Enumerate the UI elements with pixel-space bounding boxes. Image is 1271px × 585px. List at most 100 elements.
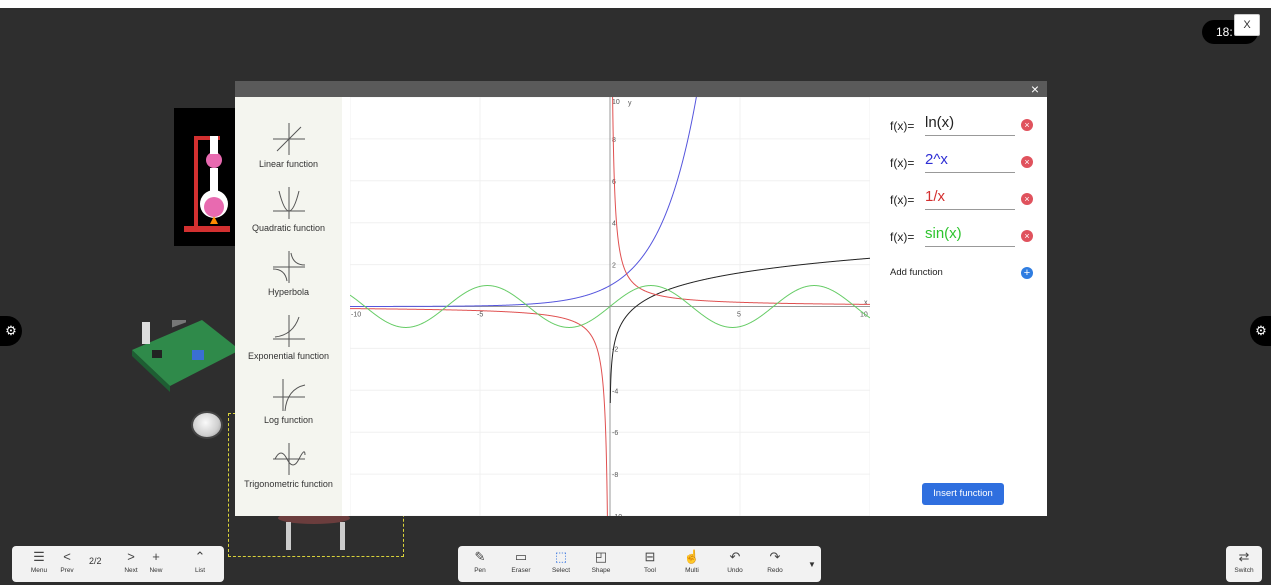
linear-icon: [272, 123, 305, 155]
switch-button[interactable]: ⇄ Switch: [1226, 546, 1262, 582]
type-quadratic[interactable]: Quadratic function: [235, 185, 342, 247]
prev-button[interactable]: < Prev: [56, 546, 78, 582]
redo-icon: ↷: [769, 549, 781, 564]
type-label: Linear function: [258, 159, 319, 169]
eraser-icon: ▭: [514, 549, 528, 564]
function-prefix: f(x)=: [890, 119, 915, 133]
right-settings-icon[interactable]: ⚙: [1250, 316, 1271, 346]
y-axis-label: y: [628, 100, 632, 107]
next-icon: >: [127, 549, 135, 564]
drawing-toolbar: ✎ Pen ▭ Eraser ⬚ Select ◰ Shape ⊟ Tool ☝…: [458, 546, 821, 582]
tb-label: Undo: [727, 567, 743, 574]
eraser-button[interactable]: ▭ Eraser: [506, 546, 536, 582]
tb-label: Shape: [591, 567, 611, 574]
insert-function-button[interactable]: Insert function: [922, 483, 1004, 505]
tb-label: Menu: [30, 567, 48, 574]
function-graph[interactable]: -10-5510-10-8-6-4-2246810yx: [350, 97, 870, 516]
add-function-row[interactable]: Add function +: [890, 263, 1040, 287]
list-button[interactable]: ⌃ List: [188, 546, 212, 582]
function-type-list: Linear function Quadratic function Hyper…: [235, 97, 342, 516]
close-overlay-button[interactable]: X: [1234, 14, 1260, 36]
menu-button[interactable]: ☰ Menu: [26, 546, 52, 582]
undo-button[interactable]: ↶ Undo: [722, 546, 748, 582]
type-log[interactable]: Log function: [235, 377, 342, 439]
prev-icon: <: [63, 549, 71, 564]
tb-label: Prev: [60, 567, 74, 574]
delete-icon[interactable]: ×: [1021, 230, 1033, 242]
top-strip: [0, 0, 1271, 8]
function-input[interactable]: 1/x: [925, 188, 1015, 210]
delete-icon[interactable]: ×: [1021, 119, 1033, 131]
delete-icon[interactable]: ×: [1021, 193, 1033, 205]
new-page-button[interactable]: + New: [144, 546, 168, 582]
function-prefix: f(x)=: [890, 156, 915, 170]
circuit-board-illustration: [132, 312, 240, 392]
tb-label: Multi: [685, 567, 699, 574]
function-row: f(x)= sin(x) ×: [890, 222, 1040, 259]
undo-icon: ↶: [729, 549, 741, 564]
y-tick-label: -6: [612, 430, 618, 437]
function-prefix: f(x)=: [890, 193, 915, 207]
y-tick-label: -10: [612, 514, 622, 516]
pen-icon: ✎: [474, 549, 486, 564]
tb-label: Pen: [474, 567, 486, 574]
page-indicator: 2/2: [89, 556, 102, 566]
type-linear[interactable]: Linear function: [235, 121, 342, 183]
type-label: Log function: [263, 415, 314, 425]
next-button[interactable]: > Next: [120, 546, 142, 582]
type-label: Trigonometric function: [244, 479, 333, 489]
switch-item[interactable]: ⇄ Switch: [1226, 546, 1262, 582]
function-dialog: × Linear function Quadratic function Hyp…: [235, 81, 1047, 516]
tb-label: Eraser: [511, 567, 531, 574]
tb-label: Switch: [1234, 567, 1254, 574]
redo-button[interactable]: ↷ Redo: [762, 546, 788, 582]
series-2x: [350, 97, 697, 307]
switch-icon: ⇄: [1238, 549, 1250, 564]
trig-icon: [272, 443, 305, 475]
y-tick-label: -8: [612, 472, 618, 479]
function-input[interactable]: 2^x: [925, 151, 1015, 173]
function-row: f(x)= 1/x ×: [890, 185, 1040, 222]
shape-button[interactable]: ◰ Shape: [586, 546, 616, 582]
log-icon: [272, 379, 305, 412]
multi-touch-icon: ☝: [683, 549, 701, 564]
list-icon: ⌃: [194, 549, 206, 564]
y-tick-label: 8: [612, 137, 616, 144]
function-input[interactable]: sin(x): [925, 225, 1015, 247]
add-icon[interactable]: +: [1021, 267, 1033, 279]
function-row: f(x)= 2^x ×: [890, 148, 1040, 185]
more-caret-icon[interactable]: ▼: [808, 560, 816, 569]
function-input[interactable]: ln(x): [925, 114, 1015, 136]
function-list: f(x)= ln(x) × f(x)= 2^x × f(x)= 1/x × f(…: [890, 111, 1040, 287]
tb-label: Next: [124, 567, 138, 574]
type-trigonometric[interactable]: Trigonometric function: [235, 441, 342, 503]
quadratic-icon: [272, 187, 305, 219]
type-label: Exponential function: [247, 351, 330, 361]
delete-icon[interactable]: ×: [1021, 156, 1033, 168]
new-page-icon: +: [152, 549, 160, 564]
exponential-icon: [272, 315, 305, 347]
x-axis-label: x: [864, 300, 868, 307]
dialog-close-icon[interactable]: ×: [1031, 81, 1039, 97]
knob-illustration: [191, 411, 223, 439]
tb-label: List: [194, 567, 206, 574]
select-button[interactable]: ⬚ Select: [546, 546, 576, 582]
multi-button[interactable]: ☝ Multi: [678, 546, 706, 582]
type-label: Hyperbola: [267, 287, 310, 297]
menu-icon: ☰: [33, 549, 45, 564]
type-exponential[interactable]: Exponential function: [235, 313, 342, 375]
type-label: Quadratic function: [251, 223, 326, 233]
y-tick-label: 4: [612, 221, 616, 228]
y-tick-label: 2: [612, 263, 616, 270]
tb-label: Redo: [767, 567, 783, 574]
tb-label: Tool: [644, 567, 656, 574]
tool-button[interactable]: ⊟ Tool: [636, 546, 664, 582]
function-prefix: f(x)=: [890, 230, 915, 244]
stool-illustration: [270, 512, 370, 554]
left-settings-icon[interactable]: ⚙: [0, 316, 22, 346]
x-tick-label: -5: [477, 312, 483, 319]
pen-button[interactable]: ✎ Pen: [466, 546, 494, 582]
select-icon: ⬚: [554, 549, 568, 564]
type-hyperbola[interactable]: Hyperbola: [235, 249, 342, 311]
x-tick-label: 5: [737, 312, 741, 319]
